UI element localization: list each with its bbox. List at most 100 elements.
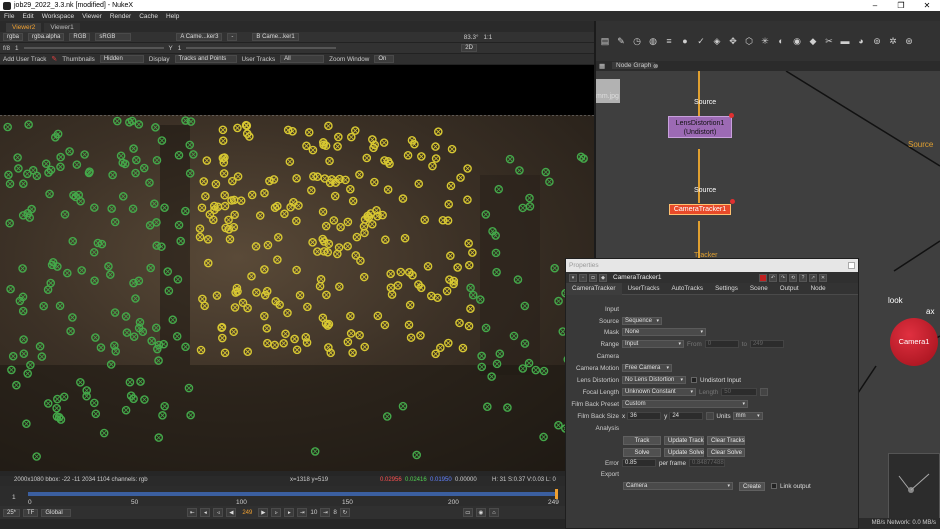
track-point[interactable] [505, 154, 515, 164]
transform-nodes-icon[interactable]: ✥ [726, 34, 740, 48]
solved-track-point[interactable] [197, 203, 207, 213]
solved-track-point[interactable] [444, 199, 454, 209]
track-point[interactable] [121, 405, 131, 415]
solved-track-point[interactable] [252, 288, 261, 297]
track-point[interactable] [104, 262, 113, 271]
track-point[interactable] [91, 333, 100, 342]
solved-track-point[interactable] [367, 219, 377, 229]
solved-track-point[interactable] [373, 311, 383, 321]
tab-close-icon[interactable]: ⊗ [653, 62, 658, 70]
track-point[interactable] [146, 263, 155, 273]
solved-track-point[interactable] [405, 300, 415, 310]
draw-nodes-icon[interactable]: ✎ [614, 34, 628, 48]
tab-usertracks[interactable]: UserTracks [622, 283, 666, 295]
solved-track-point[interactable] [195, 232, 205, 242]
track-point[interactable] [189, 150, 198, 159]
solved-track-point[interactable] [381, 235, 390, 245]
time-nodes-icon[interactable]: ◷ [630, 34, 644, 48]
track-point[interactable] [41, 159, 51, 168]
solved-track-point[interactable] [247, 190, 257, 200]
track-point[interactable] [145, 178, 154, 187]
gamma-slider[interactable] [186, 47, 337, 49]
solved-track-point[interactable] [302, 141, 311, 151]
b-input-dropdown[interactable]: B Came...ker1 [252, 33, 299, 41]
solved-track-point[interactable] [295, 290, 305, 300]
track-point[interactable] [491, 248, 501, 258]
solved-track-point[interactable] [324, 121, 333, 131]
solved-track-point[interactable] [343, 337, 353, 347]
track-point[interactable] [382, 412, 392, 421]
float-panel-icon[interactable]: ↗ [809, 273, 817, 282]
track-point[interactable] [46, 165, 56, 175]
focal-length-dropdown[interactable]: Unknown Constant [622, 388, 696, 396]
track-point[interactable] [139, 163, 149, 173]
solved-track-point[interactable] [313, 172, 322, 182]
track-point[interactable] [181, 342, 190, 352]
tab-settings[interactable]: Settings [709, 283, 744, 295]
track-point[interactable] [90, 203, 99, 212]
track-point[interactable] [531, 365, 541, 375]
track-point[interactable] [509, 331, 519, 341]
gain-value[interactable]: 1 [15, 45, 19, 52]
range-from-field[interactable]: 0 [704, 340, 739, 348]
track-point[interactable] [60, 210, 70, 219]
track-point[interactable] [108, 170, 117, 180]
solved-track-point[interactable] [346, 329, 356, 338]
track-point[interactable] [89, 247, 99, 257]
solved-track-point[interactable] [262, 324, 272, 333]
track-point[interactable] [19, 335, 28, 344]
track-point[interactable] [487, 372, 496, 381]
solved-track-point[interactable] [230, 210, 239, 220]
solved-track-point[interactable] [273, 233, 283, 242]
solved-track-point[interactable] [292, 345, 302, 355]
track-point[interactable] [39, 301, 48, 311]
track-point[interactable] [147, 336, 156, 346]
track-point[interactable] [495, 349, 505, 359]
range-to-field[interactable]: 249 [749, 340, 784, 348]
solved-track-point[interactable] [283, 308, 292, 318]
solved-track-point[interactable] [280, 209, 289, 219]
solved-track-point[interactable] [270, 340, 279, 350]
link-output-checkbox[interactable] [771, 483, 777, 489]
track-point[interactable] [185, 140, 195, 150]
solved-track-point[interactable] [442, 286, 452, 296]
update-track-button[interactable]: Update Track [664, 435, 704, 445]
solved-track-point[interactable] [233, 172, 243, 181]
solved-track-point[interactable] [380, 320, 390, 330]
record-icon[interactable]: ◉ [475, 508, 486, 517]
track-point[interactable] [6, 284, 15, 294]
properties-close-icon[interactable] [848, 262, 855, 269]
solved-track-point[interactable] [356, 256, 365, 266]
track-point[interactable] [66, 326, 75, 336]
view-mode-dropdown[interactable]: 2D [461, 44, 477, 52]
solved-track-point[interactable] [217, 333, 227, 343]
viewer-image[interactable] [0, 115, 594, 471]
solved-track-point[interactable] [393, 281, 403, 290]
track-point[interactable] [18, 264, 27, 273]
solved-track-point[interactable] [212, 291, 222, 300]
solved-track-point[interactable] [260, 265, 269, 274]
revert-icon[interactable]: ⟲ [789, 273, 797, 282]
range-dropdown[interactable]: Input [622, 340, 684, 348]
track-point[interactable] [131, 168, 140, 178]
merge-nodes-icon[interactable]: ◈ [710, 34, 724, 48]
track-point[interactable] [107, 204, 116, 213]
zoom-window-dropdown[interactable]: On [374, 55, 395, 63]
track-point[interactable] [19, 179, 28, 188]
track-point[interactable] [5, 179, 15, 189]
solve-button[interactable]: Solve [623, 447, 661, 457]
solved-track-point[interactable] [466, 304, 475, 314]
display-dropdown[interactable]: Tracks and Points [174, 55, 237, 63]
solved-track-point[interactable] [343, 217, 353, 227]
solved-track-point[interactable] [236, 196, 246, 205]
play-backward-icon[interactable]: ◀ [226, 508, 237, 517]
track-point[interactable] [477, 351, 486, 361]
timeline[interactable]: 1 0 50 100 150 200 249 [0, 486, 594, 506]
solved-track-point[interactable] [292, 265, 301, 275]
track-point[interactable] [118, 158, 128, 168]
lens-distortion-dropdown[interactable]: No Lens Distortion [622, 376, 686, 384]
create-button[interactable]: Create [739, 481, 765, 491]
track-point[interactable] [68, 236, 78, 246]
deep-nodes-icon[interactable]: ◐ [774, 34, 788, 48]
prev-frame-icon[interactable]: ◃ [213, 508, 224, 517]
